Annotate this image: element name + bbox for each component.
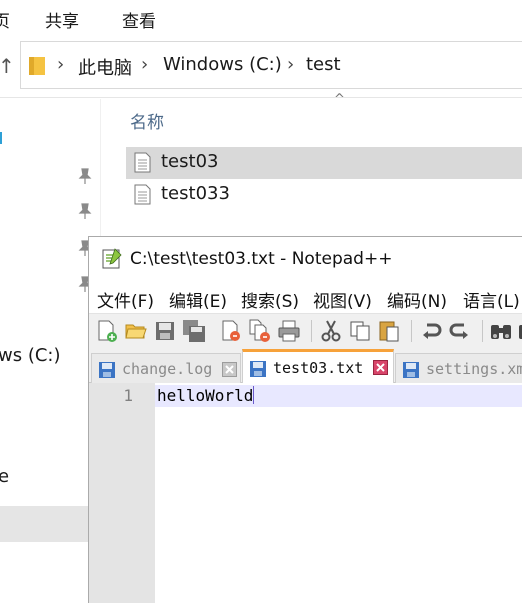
editor-text: helloWorld: [157, 386, 254, 405]
menu-file[interactable]: 文件(F): [97, 287, 154, 312]
new-file-icon[interactable]: [95, 319, 119, 343]
document-tab-bar: change.log test03.txt settings.xml: [89, 349, 522, 383]
menu-search[interactable]: 搜索(S): [241, 287, 299, 312]
cut-icon[interactable]: [319, 319, 343, 343]
file-row[interactable]: test033: [126, 179, 522, 211]
nav-item-windows-drive[interactable]: ws (C:): [0, 345, 61, 366]
column-header-name[interactable]: 名称: [130, 108, 164, 133]
line-number: 1: [123, 386, 133, 405]
notepad-title-bar[interactable]: C:\test\test03.txt - Notepad++: [89, 237, 522, 281]
text-file-icon: [134, 152, 151, 173]
replace-icon[interactable]: [517, 319, 522, 343]
breadcrumb-separator-icon[interactable]: ›: [57, 54, 64, 75]
toolbar: [89, 313, 522, 347]
tab-label: test03.txt: [273, 359, 364, 377]
pin-icon[interactable]: [78, 168, 92, 184]
window-title: C:\test\test03.txt - Notepad++: [130, 249, 393, 269]
save-icon: [99, 362, 115, 378]
close-file-icon[interactable]: [219, 319, 243, 343]
close-all-icon[interactable]: [248, 319, 272, 343]
tab-label: change.log: [122, 360, 213, 378]
breadcrumb-this-pc[interactable]: 此电脑: [78, 54, 132, 80]
paste-icon[interactable]: [377, 319, 401, 343]
copy-icon[interactable]: [348, 319, 372, 343]
tab-change-log[interactable]: change.log: [91, 353, 241, 383]
breadcrumb-separator-icon[interactable]: ›: [141, 54, 148, 75]
file-name: test03: [161, 151, 219, 172]
undo-icon[interactable]: [419, 319, 443, 343]
nav-item-selected[interactable]: [0, 506, 90, 542]
nav-item-partial[interactable]: e: [0, 466, 9, 487]
toolbar-separator: [411, 320, 412, 342]
ribbon-tab-page[interactable]: 页: [0, 7, 10, 32]
notepad-app-icon: [102, 248, 122, 269]
editor-text-line[interactable]: helloWorld: [157, 386, 255, 405]
breadcrumb-drive[interactable]: Windows (C:): [163, 54, 282, 75]
folder-icon: [29, 57, 45, 75]
editor[interactable]: 1 helloWorld: [89, 383, 522, 603]
save-all-icon[interactable]: [182, 319, 206, 343]
address-row: ↑ › 此电脑 › Windows (C:) › test: [0, 36, 522, 98]
text-caret: [253, 386, 255, 404]
menu-view[interactable]: 视图(V): [313, 287, 372, 312]
toolbar-separator: [482, 320, 483, 342]
navigation-pane: ws (C:) e: [0, 99, 101, 603]
sort-ascending-icon[interactable]: ^: [334, 92, 345, 107]
print-icon[interactable]: [277, 319, 301, 343]
redo-icon[interactable]: [448, 319, 472, 343]
save-icon[interactable]: [153, 319, 177, 343]
find-icon[interactable]: [489, 319, 513, 343]
menu-language[interactable]: 语言(L): [463, 287, 520, 312]
close-icon[interactable]: [222, 362, 237, 377]
file-name: test033: [161, 183, 230, 204]
tab-label: settings.xml: [426, 360, 522, 378]
file-row[interactable]: test03: [126, 147, 522, 179]
menu-edit[interactable]: 编辑(E): [169, 287, 227, 312]
address-bar[interactable]: › 此电脑 › Windows (C:) › test: [20, 41, 522, 89]
pin-icon[interactable]: [78, 203, 92, 219]
notepad-window: C:\test\test03.txt - Notepad++ 文件(F) 编辑(…: [88, 236, 522, 603]
explorer-ribbon-tabs: 页 共享 查看: [0, 0, 522, 36]
line-number-gutter: [89, 383, 155, 603]
tab-settings-xml[interactable]: settings.xml: [395, 353, 522, 383]
text-file-icon: [134, 184, 151, 205]
menu-encoding[interactable]: 编码(N): [387, 287, 447, 312]
save-icon: [403, 362, 419, 378]
tab-test03-txt[interactable]: test03.txt: [242, 349, 394, 383]
save-icon: [250, 361, 266, 377]
menu-bar: 文件(F) 编辑(E) 搜索(S) 视图(V) 编码(N) 语言(L): [89, 281, 522, 313]
ribbon-tab-share[interactable]: 共享: [45, 7, 79, 32]
close-icon[interactable]: [373, 360, 388, 375]
breadcrumb-separator-icon[interactable]: ›: [287, 54, 294, 75]
nav-accent-marker: [0, 132, 2, 144]
up-arrow-icon[interactable]: ↑: [0, 54, 15, 78]
breadcrumb-folder[interactable]: test: [306, 54, 341, 75]
open-file-icon[interactable]: [124, 319, 148, 343]
toolbar-separator: [311, 320, 312, 342]
ribbon-tab-view[interactable]: 查看: [122, 7, 156, 32]
